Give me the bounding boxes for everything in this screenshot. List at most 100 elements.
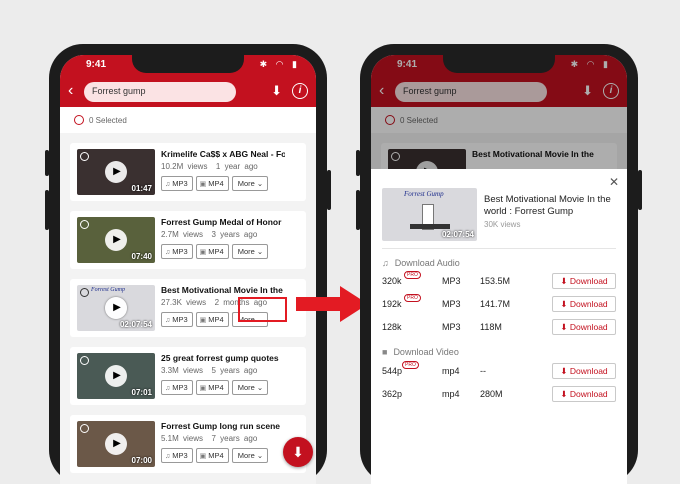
mp4-button[interactable]: ▣ MP4 xyxy=(195,312,229,327)
video-meta: 5.1M views 7 years ago xyxy=(161,434,257,443)
mp4-button[interactable]: ▣ MP4 xyxy=(195,244,229,259)
pro-badge: PRO xyxy=(404,271,421,279)
select-all-radio[interactable] xyxy=(74,115,84,125)
size-label: -- xyxy=(480,366,486,376)
video-section-header: ■ Download Video xyxy=(382,347,459,357)
notch xyxy=(132,55,244,73)
video-views: 2.7M views xyxy=(161,230,204,239)
play-icon[interactable]: ▶ xyxy=(105,433,127,455)
audio-section-header: ♫ Download Audio xyxy=(382,258,460,268)
search-input[interactable]: Forrest gump xyxy=(84,82,236,102)
pro-badge: PRO xyxy=(402,361,419,369)
format-label: mp4 xyxy=(442,366,460,376)
more-button[interactable]: More ⌄ xyxy=(231,448,269,463)
video-thumbnail[interactable]: ▶ 07:01 xyxy=(77,353,155,399)
audio-option-row[interactable]: 128k MP3 118M ⬇ Download xyxy=(382,319,616,335)
video-thumbnail[interactable]: ▶ 07:00 xyxy=(77,421,155,467)
download-icon: ⬇ xyxy=(560,389,568,399)
download-icon[interactable]: ⬇ xyxy=(271,83,282,99)
select-checkbox[interactable] xyxy=(80,152,89,161)
download-icon: ⬇ xyxy=(560,322,568,332)
select-checkbox[interactable] xyxy=(80,424,89,433)
mp3-button[interactable]: ♫ MP3 xyxy=(161,244,193,259)
video-thumbnail[interactable]: ▶ 07:40 xyxy=(77,217,155,263)
chevron-down-icon: ⌄ xyxy=(256,451,264,460)
format-label: MP3 xyxy=(442,322,461,332)
video-option-row[interactable]: 362p mp4 280M ⬇ Download xyxy=(382,386,616,402)
headphones-icon: ♫ xyxy=(165,385,171,392)
mp4-button[interactable]: ▣ MP4 xyxy=(195,380,229,395)
select-checkbox[interactable] xyxy=(80,220,89,229)
video-thumbnail[interactable]: Forrest Gump ▶ 02:07:54 xyxy=(77,285,155,331)
more-button-highlight xyxy=(238,297,287,322)
download-button[interactable]: ⬇ Download xyxy=(552,319,616,335)
play-icon[interactable]: ▶ xyxy=(105,229,127,251)
screen-left: 9:41 ✱ ◠ ▮ ‹ Forrest gump ⬇ i 0 Selected… xyxy=(60,55,316,484)
video-card[interactable]: ▶ 01:47 Krimelife Ca$$ x ABG Neal - Forr… xyxy=(70,143,306,201)
headphones-icon: ♫ xyxy=(165,249,171,256)
video-card[interactable]: ▶ 07:40 Forrest Gump Medal of Honor 2.7M… xyxy=(70,211,306,269)
thumbnail-bench xyxy=(410,224,450,229)
notch xyxy=(443,55,555,73)
screen-right: 9:41 ✱ ◠ ▮ ‹ Forrest gump ⬇ i 0 Selected… xyxy=(371,55,627,484)
download-icon: ⬇ xyxy=(560,366,568,376)
video-duration: 07:40 xyxy=(131,252,152,261)
more-button[interactable]: More ⌄ xyxy=(231,380,269,395)
format-chips: ♫ MP3 ▣ MP4 More ⌄ xyxy=(161,380,269,398)
thumbnail-caption: Forrest Gump xyxy=(91,287,125,293)
audio-option-row[interactable]: 192k PRO MP3 141.7M ⬇ Download xyxy=(382,294,616,312)
video-option-row[interactable]: 544p PRO mp4 -- ⬇ Download xyxy=(382,361,616,379)
download-fab-icon[interactable]: ⬇ xyxy=(283,437,313,467)
quality-label: 320k xyxy=(382,276,402,286)
selection-count: 0 Selected xyxy=(89,116,127,125)
format-chips: ♫ MP3 ▣ MP4 More ⌄ xyxy=(161,244,269,262)
play-icon[interactable]: ▶ xyxy=(105,365,127,387)
mp3-button[interactable]: ♫ MP3 xyxy=(161,312,193,327)
format-label: mp4 xyxy=(442,389,460,399)
download-button[interactable]: ⬇ Download xyxy=(552,386,616,402)
mp4-button[interactable]: ▣ MP4 xyxy=(195,448,229,463)
back-arrow-icon[interactable]: ‹ xyxy=(68,82,73,100)
size-label: 153.5M xyxy=(480,276,511,286)
video-card[interactable]: ▶ 07:01 25 great forrest gump quotes 3.3… xyxy=(70,347,306,405)
mp4-button[interactable]: ▣ MP4 xyxy=(195,176,229,191)
play-icon[interactable]: ▶ xyxy=(105,161,127,183)
sheet-thumbnail: Forrest Gump 02:07:54 xyxy=(382,188,477,241)
thumbnail-caption: Forrest Gump xyxy=(404,190,444,198)
video-camera-icon: ■ xyxy=(382,347,388,357)
mp3-button[interactable]: ♫ MP3 xyxy=(161,448,193,463)
video-card[interactable]: ▶ 07:00 Forrest Gump long run scene 5.1M… xyxy=(70,415,306,473)
chevron-down-icon: ⌄ xyxy=(256,179,264,188)
download-button[interactable]: ⬇ Download xyxy=(552,363,616,379)
video-title: Forrest Gump Medal of Honor xyxy=(161,217,282,227)
mp3-button[interactable]: ♫ MP3 xyxy=(161,176,193,191)
more-button[interactable]: More ⌄ xyxy=(231,244,269,259)
video-views: 27.3K views xyxy=(161,298,207,307)
video-title: Forrest Gump long run scene xyxy=(161,421,281,431)
headphones-icon: ♫ xyxy=(165,181,171,188)
play-icon[interactable]: ▶ xyxy=(105,297,127,319)
video-age: 1 year ago xyxy=(215,162,258,171)
audio-option-row[interactable]: 320k PRO MP3 153.5M ⬇ Download xyxy=(382,271,616,289)
video-age: 5 years ago xyxy=(211,366,258,375)
phone-right: 9:41 ✱ ◠ ▮ ‹ Forrest gump ⬇ i 0 Selected… xyxy=(360,44,638,484)
chevron-down-icon: ⌄ xyxy=(256,383,264,392)
quality-label: 192k xyxy=(382,299,402,309)
more-button[interactable]: More ⌄ xyxy=(231,176,269,191)
close-icon[interactable]: ✕ xyxy=(609,175,619,189)
download-button[interactable]: ⬇ Download xyxy=(552,273,616,289)
quality-label: 362p xyxy=(382,389,403,399)
download-button[interactable]: ⬇ Download xyxy=(552,296,616,312)
video-thumbnail[interactable]: ▶ 01:47 xyxy=(77,149,155,195)
info-icon[interactable]: i xyxy=(292,83,308,99)
selection-bar: 0 Selected xyxy=(60,107,316,133)
status-icons: ✱ ◠ ▮ xyxy=(259,59,300,69)
select-checkbox[interactable] xyxy=(80,288,89,297)
select-checkbox[interactable] xyxy=(80,356,89,365)
format-chips: ♫ MP3 ▣ MP4 More ⌄ xyxy=(161,448,269,466)
music-note-icon: ♫ xyxy=(382,258,389,268)
video-duration: 02:07:54 xyxy=(119,320,152,329)
mp3-button[interactable]: ♫ MP3 xyxy=(161,380,193,395)
chevron-down-icon: ⌄ xyxy=(256,247,264,256)
video-meta: 2.7M views 3 years ago xyxy=(161,230,257,239)
